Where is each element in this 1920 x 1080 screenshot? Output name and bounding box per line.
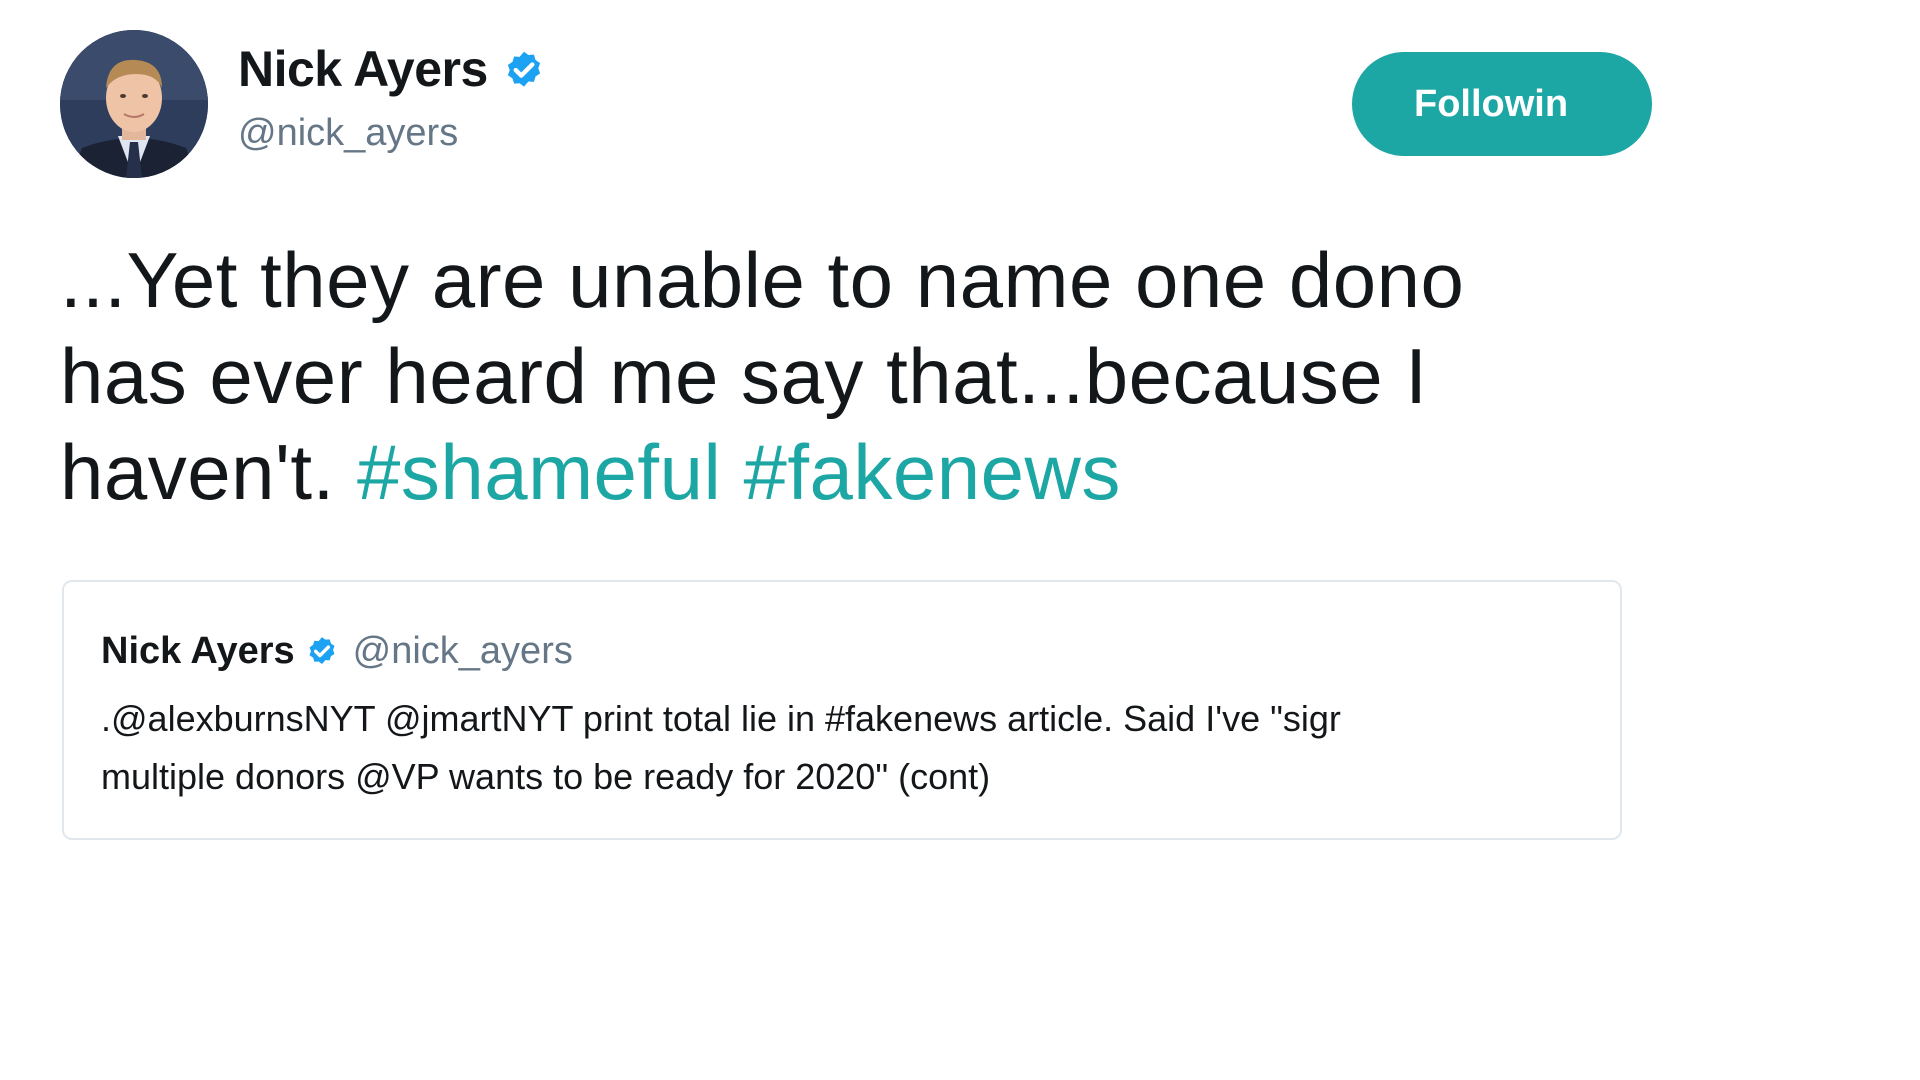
author-display-name[interactable]: Nick Ayers [238,40,546,98]
tweet-text-line-3: haven't. #shameful #fakenews [60,424,1660,520]
profile-photo-icon [60,30,208,178]
avatar[interactable] [60,30,208,178]
following-button-label: Followin [1414,82,1569,125]
following-button[interactable]: Followin [1352,52,1652,156]
tweet-text: ...Yet they are unable to name one dono … [60,232,1660,520]
author-handle[interactable]: @nick_ayers [238,112,458,155]
hashtag-fakenews-link[interactable]: #fakenews [743,428,1120,516]
quoted-tweet-text-line-2: multiple donors @VP wants to be ready fo… [101,756,991,797]
verified-badge-icon [502,47,546,91]
quoted-tweet-text: .@alexburnsNYT @jmartNYT print total lie… [101,690,1341,806]
tweet-text-line-2: has ever heard me say that...because I [60,332,1428,420]
author-name-text[interactable]: Nick Ayers [238,40,488,98]
quoted-tweet-text-line-1: .@alexburnsNYT @jmartNYT print total lie… [101,698,1341,739]
quoted-tweet-author-name[interactable]: Nick Ayers [101,630,295,673]
tweet-text-line-3-body: haven't. [60,428,335,516]
tweet-text-line-1: ...Yet they are unable to name one dono [60,236,1465,324]
quoted-tweet-header: Nick Ayers @nick_ayers [101,630,573,673]
quoted-tweet[interactable]: Nick Ayers @nick_ayers .@alexburnsNYT @j… [62,580,1622,840]
hashtag-shameful-link[interactable]: #shameful [357,428,721,516]
tweet-card: Nick Ayers @nick_ayers Followin ...Yet t… [0,0,1652,870]
verified-badge-icon [305,635,339,669]
quoted-tweet-author-handle[interactable]: @nick_ayers [353,630,573,673]
